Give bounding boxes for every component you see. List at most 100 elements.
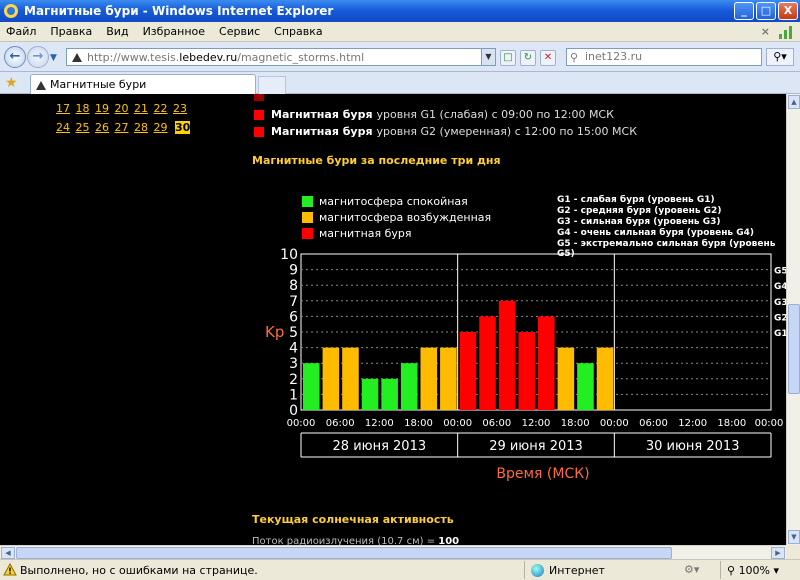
- x-tick-label: 06:00: [482, 418, 511, 429]
- x-tick-label: 12:00: [365, 418, 394, 429]
- kp-bar: [459, 332, 477, 410]
- x-tick-label: 00:00: [600, 418, 629, 429]
- y-tick-label: 4: [289, 341, 298, 357]
- window-titlebar: Магнитные бури - Windows Internet Explor…: [0, 0, 800, 22]
- x-tick-label: 18:00: [561, 418, 590, 429]
- scroll-up-icon[interactable]: ▲: [788, 95, 800, 109]
- warning-icon[interactable]: [3, 563, 17, 576]
- kp-bar: [596, 347, 614, 410]
- x-tick-label: 12:00: [522, 418, 551, 429]
- radio-flux-label: Поток радиоизлучения (10.7 см) =: [252, 536, 436, 545]
- kp-bar: [518, 332, 535, 410]
- new-tab-button[interactable]: [258, 76, 286, 94]
- y-tick-label: 3: [289, 356, 298, 372]
- kp-bar: [557, 347, 575, 410]
- y-tick-label: 5: [289, 325, 298, 341]
- tab-magnetic-storms[interactable]: Магнитные бури: [30, 74, 256, 94]
- address-dropdown-icon[interactable]: ▼: [481, 49, 495, 65]
- maximize-button[interactable]: □: [756, 2, 776, 20]
- forward-button[interactable]: →: [27, 46, 49, 68]
- tab-favicon-icon: [36, 80, 46, 90]
- x-tick-label: 06:00: [326, 418, 355, 429]
- day-label: 29 июня 2013: [489, 439, 583, 454]
- y-axis-label: Kp: [265, 323, 284, 341]
- day-label: 30 июня 2013: [646, 439, 740, 454]
- search-engine-icon: ⚲: [570, 51, 579, 64]
- zoom-control[interactable]: ⚲ 100% ▾: [720, 561, 779, 579]
- menu-edit[interactable]: Правка: [50, 25, 92, 38]
- zone-label: Интернет: [549, 563, 605, 577]
- refresh-icon[interactable]: ↻: [520, 50, 536, 66]
- kp-bar: [440, 347, 457, 410]
- kp-bar: [400, 363, 418, 410]
- signal-bars-icon: [779, 26, 792, 39]
- g-scale-mark: G3: [774, 298, 786, 308]
- protected-mode-icon[interactable]: ⚙▾: [684, 563, 699, 576]
- kp-bar: [381, 378, 398, 410]
- kp-index-chart: 012345678910 Kp G1 G2 G3 G4 G5 00:00 06:00 12:00 1…: [265, 247, 786, 482]
- menu-close-icon[interactable]: ×: [761, 25, 770, 38]
- stop-icon[interactable]: ✕: [540, 50, 556, 66]
- horizontal-scrollbar[interactable]: ◀ ▶: [0, 545, 786, 559]
- horizontal-scroll-thumb[interactable]: [16, 547, 672, 559]
- window-title: Магнитные бури - Windows Internet Explor…: [24, 4, 334, 18]
- menu-view[interactable]: Вид: [106, 25, 128, 38]
- menu-help[interactable]: Справка: [274, 25, 322, 38]
- g-scale-mark: G5: [774, 267, 786, 277]
- x-tick-label: 06:00: [639, 418, 668, 429]
- status-bar: Выполнено, но с ошибками на странице. Ин…: [0, 559, 800, 580]
- kp-bar: [342, 347, 359, 410]
- page-viewport: 17 18 19 20 21 22 23 24 25 26 27 28 29 3…: [0, 94, 786, 545]
- menu-bar: Файл Правка Вид Избранное Сервис Справка…: [0, 22, 800, 42]
- kp-bar: [577, 363, 594, 410]
- y-tick-label: 9: [289, 263, 298, 279]
- scroll-corner: [786, 545, 800, 559]
- status-text: Выполнено, но с ошибками на странице.: [20, 564, 258, 577]
- y-tick-label: 1: [289, 387, 298, 403]
- g-scale-mark: G4: [774, 282, 786, 292]
- section-title-solar: Текущая солнечная активность: [252, 513, 454, 526]
- kp-bar: [322, 347, 340, 410]
- scroll-right-icon[interactable]: ▶: [771, 547, 785, 559]
- scroll-left-icon[interactable]: ◀: [1, 547, 15, 559]
- favorites-star-icon[interactable]: ★: [5, 75, 18, 91]
- menu-file[interactable]: Файл: [6, 25, 36, 38]
- x-tick-label: 18:00: [717, 418, 746, 429]
- compatibility-icon[interactable]: □: [500, 50, 516, 66]
- back-button[interactable]: ←: [4, 46, 26, 68]
- security-zone[interactable]: Интернет: [524, 561, 674, 579]
- minimize-button[interactable]: _: [734, 2, 754, 20]
- y-tick-label: 6: [289, 309, 298, 325]
- x-axis-label: Время (МСК): [496, 466, 589, 482]
- search-input[interactable]: ⚲ inet123.ru: [566, 48, 762, 66]
- vertical-scroll-thumb[interactable]: [788, 304, 800, 394]
- y-tick-label: 7: [289, 294, 298, 310]
- g-scale-mark: G2: [774, 313, 786, 323]
- close-button[interactable]: X: [778, 2, 798, 20]
- g-scale-mark: G1: [774, 329, 786, 339]
- zoom-dropdown-icon: ▾: [770, 563, 780, 577]
- kp-bar: [479, 316, 496, 410]
- search-value: inet123.ru: [585, 50, 643, 63]
- page-favicon-icon: [72, 53, 82, 62]
- search-button[interactable]: ⚲▾: [766, 48, 794, 66]
- kp-bar: [498, 300, 516, 410]
- kp-bar: [303, 363, 320, 410]
- address-input[interactable]: http://www.tesis. lebedev.ru/magnetic_sto…: [66, 48, 496, 66]
- x-tick-label: 12:00: [678, 418, 707, 429]
- url-suffix: /magnetic_storms.html: [237, 50, 365, 64]
- y-tick-label: 10: [280, 247, 298, 263]
- globe-icon: [531, 563, 544, 577]
- y-tick-label: 2: [289, 372, 298, 388]
- vertical-scrollbar[interactable]: ▲ ▼: [786, 94, 800, 545]
- menu-tools[interactable]: Сервис: [219, 25, 260, 38]
- menu-favorites[interactable]: Избранное: [143, 25, 205, 38]
- ie-logo-icon: [4, 4, 18, 18]
- y-tick-label: 8: [289, 278, 298, 294]
- kp-bar: [361, 378, 379, 410]
- window-controls: _ □ X: [734, 2, 798, 20]
- scroll-down-icon[interactable]: ▼: [788, 530, 800, 544]
- history-dropdown-icon[interactable]: ▼: [50, 53, 57, 63]
- kp-bar: [420, 347, 438, 410]
- radio-flux-value: 100: [438, 536, 460, 545]
